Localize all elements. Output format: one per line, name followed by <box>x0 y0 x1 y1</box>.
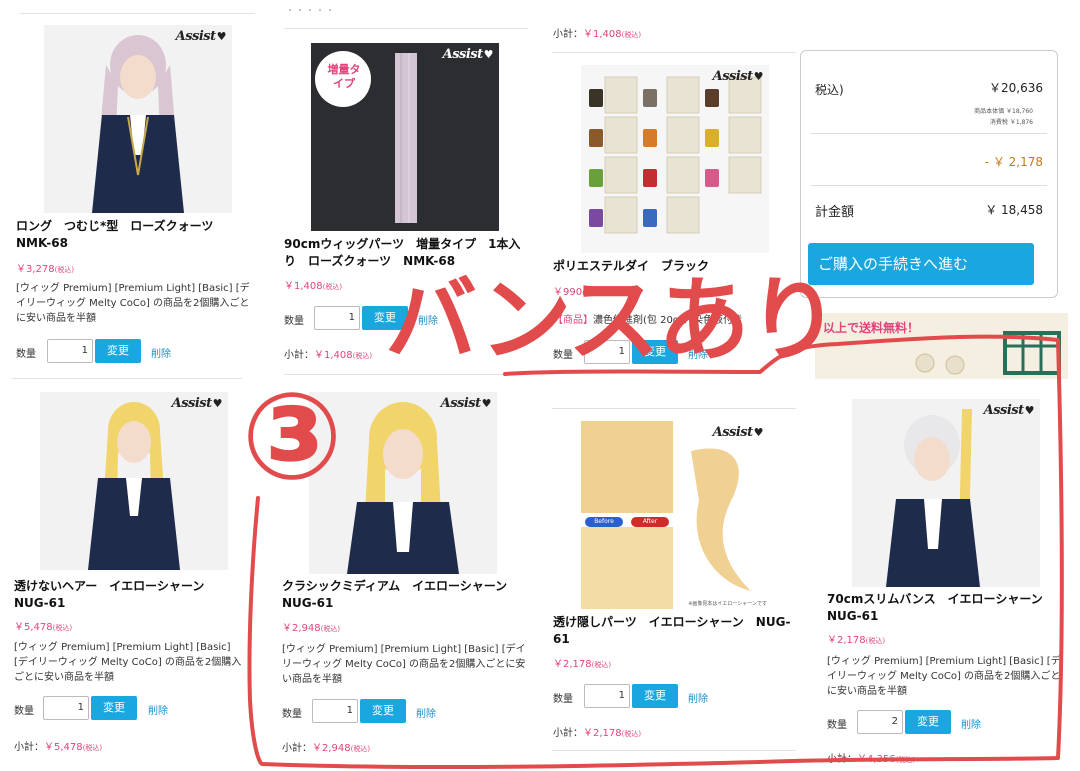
product-image[interactable]: Assist <box>40 392 228 570</box>
quantity-label: 数量 <box>284 316 304 327</box>
change-button[interactable]: 変更 <box>905 710 951 734</box>
brand-logo: Assist <box>172 396 222 411</box>
discount-note: [ウィッグ Premium] [Premium Light] [Basic] [… <box>282 644 526 685</box>
product-name[interactable]: 透け隠しパーツ イエローシャーン NUG-61 <box>553 614 797 648</box>
product-name[interactable]: ロング つむじ*型 ローズクォーツ NMK-68 <box>16 218 256 252</box>
product-price: ￥5,478(税込) <box>14 622 73 633</box>
summary-discount-value: - ￥ 2,178 <box>984 155 1043 169</box>
proceed-to-checkout-button[interactable]: ご購入の手続きへ進む <box>808 243 1034 285</box>
quantity-input[interactable]: 2 <box>857 710 903 734</box>
subtotal: 小計：￥2,948(税込) <box>282 743 371 754</box>
quantity-input[interactable]: 1 <box>584 684 630 708</box>
cart-icon <box>915 331 1061 375</box>
product-name[interactable]: 透けないヘアー イエローシャーン NUG-61 <box>14 578 246 612</box>
product-image[interactable]: 増量タイプ Assist <box>311 43 499 231</box>
quantity-label: 数量 <box>14 706 34 717</box>
product-image[interactable]: Before After ※画像見本はイエローシャーンです Assist <box>581 421 769 609</box>
summary-subtotal-value: ￥20,636 <box>989 81 1043 95</box>
product-image[interactable]: Assist <box>44 25 232 213</box>
volume-badge: 増量タイプ <box>327 63 361 90</box>
change-button[interactable]: 変更 <box>91 696 137 720</box>
subtotal: 小計：￥4,356(税込) <box>827 754 916 765</box>
brand-logo: Assist <box>441 396 491 411</box>
product-image[interactable]: Assist <box>581 65 769 253</box>
product-name[interactable]: 70cmスリムバンス イエローシャーン NUG-61 <box>827 591 1063 625</box>
subtotal: 小計：￥1,408(税込) <box>284 350 373 361</box>
quantity-label: 数量 <box>282 709 302 720</box>
discount-note: [ウィッグ Premium] [Premium Light] [Basic] [… <box>16 283 250 324</box>
subtotal: 小計：￥1,408(税込) <box>553 29 642 40</box>
quantity-label: 数量 <box>16 349 36 360</box>
dye-bottles-illustration <box>589 76 762 234</box>
wig-model-illustration <box>88 402 180 570</box>
wig-model-illustration <box>92 35 184 213</box>
summary-subtotal-label: 税込) <box>815 83 844 97</box>
image-caption: ※画像見本はイエローシャーンです <box>688 601 767 607</box>
change-button[interactable]: 変更 <box>632 684 678 708</box>
wig-model-illustration <box>886 409 980 587</box>
product-price: ￥1,408(税込) <box>284 281 343 292</box>
subtotal: 小計：￥5,478(税込) <box>14 742 103 753</box>
discount-note: [ウィッグ Premium] [Premium Light] [Basic] [… <box>827 656 1061 697</box>
summary-subtotal-row: 税込) ￥20,636 <box>815 81 1043 98</box>
brand-logo: Assist <box>176 29 226 44</box>
delete-link[interactable]: 削除 <box>148 702 168 717</box>
delete-link[interactable]: 削除 <box>961 716 981 731</box>
summary-base-price: 商品本体価 ￥18,760 <box>974 108 1033 115</box>
product-price: ￥2,178(税込) <box>827 635 886 646</box>
brand-logo: Assist <box>713 69 763 84</box>
change-button[interactable]: 変更 <box>95 339 141 363</box>
quantity-label: 数量 <box>553 694 573 705</box>
product-price: ￥2,178(税込) <box>553 659 612 670</box>
brand-logo: Assist <box>984 403 1034 418</box>
summary-total-label: 計金額 <box>815 205 855 220</box>
before-label: Before <box>585 517 623 527</box>
change-button[interactable]: 変更 <box>360 699 406 723</box>
free-shipping-banner[interactable]: 以上で送料無料！ <box>815 313 1068 379</box>
discount-note: [ウィッグ Premium] [Premium Light] [Basic] [… <box>14 642 242 683</box>
product-image[interactable]: Assist <box>852 399 1040 587</box>
quantity-input[interactable]: 1 <box>314 306 360 330</box>
delete-link[interactable]: 削除 <box>416 705 436 720</box>
product-name[interactable]: クラシックミディアム イエローシャーン NUG-61 <box>282 578 528 612</box>
annotation-circled-number: ③ <box>241 368 343 507</box>
quantity-input[interactable]: 1 <box>312 699 358 723</box>
delete-link[interactable]: 削除 <box>688 690 708 705</box>
product-price: ￥3,278(税込) <box>16 264 75 275</box>
summary-total-value: ￥ 18,458 <box>985 203 1043 217</box>
quantity-input[interactable]: 1 <box>43 696 89 720</box>
brand-logo: Assist <box>713 425 763 440</box>
hair-parts-illustration <box>581 421 751 609</box>
quantity-label: 数量 <box>827 720 847 731</box>
summary-tax: 消費税 ￥1,876 <box>989 119 1033 126</box>
quantity-input[interactable]: 1 <box>47 339 93 363</box>
annotation-text: バンスあり <box>385 267 840 374</box>
product-price: ￥2,948(税込) <box>282 623 341 634</box>
top-faded-text: ・・・・・ <box>285 6 335 17</box>
subtotal: 小計：￥2,178(税込) <box>553 728 642 739</box>
delete-link[interactable]: 削除 <box>151 345 171 360</box>
after-label: After <box>631 517 669 527</box>
brand-logo: Assist <box>443 47 493 62</box>
summary-total-row: 計金額 ￥ 18,458 <box>815 201 1043 220</box>
